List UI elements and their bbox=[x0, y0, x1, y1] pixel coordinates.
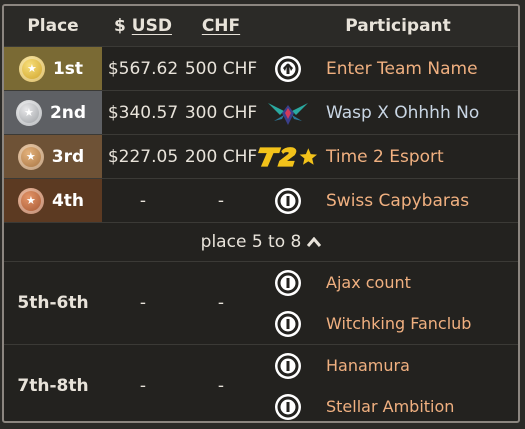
overwatch-logo-icon bbox=[258, 310, 318, 338]
overwatch-logo-icon bbox=[258, 393, 318, 421]
usd-prefix: $ bbox=[114, 16, 126, 36]
place-cell: ★ 2nd bbox=[4, 91, 102, 134]
table-row: ★ 1st $567.62 500 CHF Enter Team Name bbox=[4, 47, 518, 91]
bronze-medal-icon: ★ bbox=[17, 143, 44, 170]
table-row: ★ 2nd $340.57 300 CHF Wasp X Ohhhh No bbox=[4, 91, 518, 135]
chevron-up-icon bbox=[307, 237, 322, 247]
team-entry: Hanamura bbox=[258, 345, 518, 386]
usd-prize: - bbox=[139, 190, 147, 211]
table-header: Place $ USD CHF Participant bbox=[4, 6, 518, 47]
gold-medal-icon: ★ bbox=[18, 55, 45, 82]
team-name-link[interactable]: Time 2 Esport bbox=[318, 147, 518, 167]
place-cell: ★ 4th bbox=[4, 179, 102, 222]
group-teams: Ajax count Witchking Fanclub bbox=[258, 262, 518, 344]
toggle-label: place 5 to 8 bbox=[200, 232, 302, 252]
prize-pool-table: Place $ USD CHF Participant ★ 1st $567.6… bbox=[2, 4, 520, 423]
chf-prize: 500 CHF bbox=[184, 58, 258, 79]
place-header: Place bbox=[27, 16, 79, 36]
usd-prize: - bbox=[139, 376, 147, 396]
team-name-link[interactable]: Stellar Ambition bbox=[318, 397, 518, 416]
copper-medal-icon: ★ bbox=[17, 187, 44, 214]
table-row: ★ 3rd $227.05 200 CHF Time 2 Esport bbox=[4, 135, 518, 179]
chf-prize: - bbox=[217, 376, 225, 396]
team-name-link[interactable]: Witchking Fanclub bbox=[318, 314, 518, 333]
place-label: 7th-8th bbox=[17, 376, 89, 396]
chf-prize: - bbox=[217, 190, 225, 211]
place-label: 4th bbox=[51, 190, 85, 211]
overwatch-logo-icon bbox=[258, 269, 318, 297]
chf-prize: 300 CHF bbox=[184, 102, 258, 123]
place-group: 7th-8th - - Hanamura Stellar Ambition bbox=[4, 345, 518, 421]
silver-medal-icon: ★ bbox=[15, 99, 42, 126]
overwatch-logo-icon bbox=[258, 187, 318, 215]
team-entry: Witchking Fanclub bbox=[258, 303, 518, 344]
team-name-link[interactable]: Wasp X Ohhhh No bbox=[318, 103, 518, 123]
participant-header: Participant bbox=[345, 16, 451, 36]
place-cell: ★ 1st bbox=[4, 47, 102, 90]
team-entry: Ajax count bbox=[258, 262, 518, 303]
show-places-toggle[interactable]: place 5 to 8 bbox=[4, 223, 518, 262]
usd-label[interactable]: USD bbox=[132, 16, 172, 36]
place-label: 2nd bbox=[49, 102, 87, 123]
table-row: ★ 4th - - Swiss Capybaras bbox=[4, 179, 518, 223]
overwatch-logo-icon bbox=[258, 352, 318, 380]
usd-prize: $567.62 bbox=[107, 58, 179, 79]
place-group: 5th-6th - - Ajax count Witchking Fanclub bbox=[4, 262, 518, 345]
overwatch-logo-icon bbox=[258, 55, 318, 83]
chf-prize: - bbox=[217, 293, 225, 313]
usd-header[interactable]: $ USD bbox=[102, 16, 184, 36]
place-label: 3rd bbox=[51, 146, 85, 167]
team-name-link[interactable]: Hanamura bbox=[318, 356, 518, 375]
team-entry: Stellar Ambition bbox=[258, 386, 518, 421]
wasp-logo-icon bbox=[258, 99, 318, 127]
place-cell: ★ 3rd bbox=[4, 135, 102, 178]
usd-prize: $340.57 bbox=[107, 102, 179, 123]
usd-prize: $227.05 bbox=[107, 146, 179, 167]
chf-label[interactable]: CHF bbox=[202, 16, 240, 36]
team-name-link[interactable]: Ajax count bbox=[318, 273, 518, 292]
team-name-link[interactable]: Enter Team Name bbox=[318, 59, 518, 79]
usd-prize: - bbox=[139, 293, 147, 313]
group-teams: Hanamura Stellar Ambition bbox=[258, 345, 518, 421]
t2e-logo-icon bbox=[258, 144, 318, 170]
place-label: 5th-6th bbox=[17, 293, 89, 313]
chf-header[interactable]: CHF bbox=[184, 16, 258, 36]
place-label: 1st bbox=[52, 58, 84, 79]
chf-prize: 200 CHF bbox=[184, 146, 258, 167]
team-name-link[interactable]: Swiss Capybaras bbox=[318, 191, 518, 211]
